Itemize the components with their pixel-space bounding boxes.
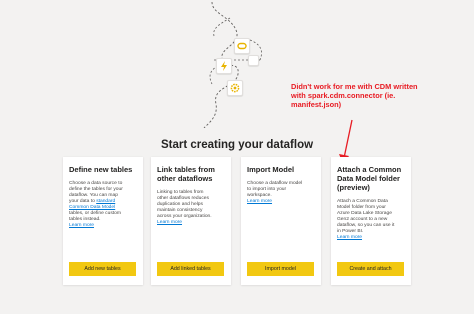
card-title: Link tables from other dataflows: [157, 165, 227, 183]
card-description: Attach a Common Data Model folder from y…: [337, 199, 407, 241]
add-new-tables-button[interactable]: Add new tables: [69, 262, 136, 276]
add-linked-tables-button[interactable]: Add linked tables: [157, 262, 224, 276]
card-title-line: Define new tables: [69, 165, 133, 174]
card-title-line: Attach a Common: [337, 165, 402, 174]
annotation-line: manifest.json): [291, 100, 342, 109]
learn-more-link[interactable]: Learn more: [157, 220, 227, 226]
card-title-line: Link tables from: [157, 165, 215, 174]
learn-more-link[interactable]: Learn more: [247, 199, 317, 205]
card-title: Define new tables: [69, 165, 139, 174]
card-title-line: Data Model folder: [337, 174, 400, 183]
card-title-line: (preview): [337, 183, 370, 192]
card-description: Choose a data source to define the table…: [69, 181, 139, 229]
learn-more-link[interactable]: Learn more: [337, 235, 407, 241]
annotation-line: Didn't work for me with CDM written: [291, 82, 418, 91]
common-data-model-link[interactable]: Common Data Model: [69, 205, 115, 210]
card-attach-cdm-folder: Attach a Common Data Model folder (previ…: [331, 157, 411, 285]
card-title-line: other dataflows: [157, 174, 213, 183]
lightning-icon: [216, 58, 232, 74]
gear-icon: [227, 80, 243, 96]
card-title: Attach a Common Data Model folder (previ…: [337, 165, 407, 192]
card-link-tables: Link tables from other dataflows Linking…: [151, 157, 231, 285]
node-icon: [248, 55, 259, 66]
learn-more-link[interactable]: Learn more: [69, 223, 139, 229]
card-description: Linking to tables from other dataflows r…: [157, 190, 227, 226]
page-title: Start creating your dataflow: [160, 139, 314, 151]
card-title: Import Model: [247, 165, 317, 174]
create-and-attach-button[interactable]: Create and attach: [337, 262, 404, 276]
standard-link[interactable]: standard: [96, 199, 115, 204]
dataflow-illustration: [190, 0, 290, 129]
annotation-line: with spark.cdm.connector (ie.: [291, 91, 396, 100]
connector-icon: [234, 38, 250, 54]
card-title-line: Import Model: [247, 165, 295, 174]
card-define-new-tables: Define new tables Choose a data source t…: [63, 157, 143, 285]
import-model-button[interactable]: Import model: [247, 262, 314, 276]
card-description: Choose a dataflow model to import into y…: [247, 181, 317, 205]
card-desc-text: your data to: [69, 199, 97, 204]
annotation-note: Didn't work for me with CDM written with…: [291, 82, 471, 109]
card-import-model: Import Model Choose a dataflow model to …: [241, 157, 321, 285]
